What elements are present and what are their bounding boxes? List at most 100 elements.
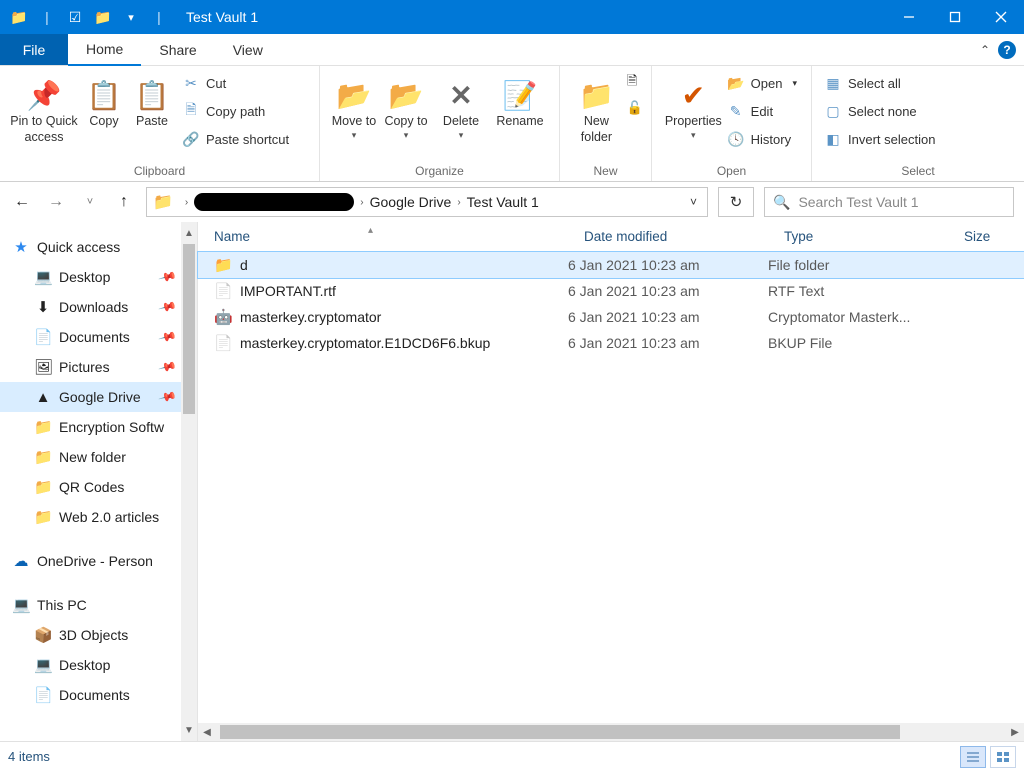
view-details-button[interactable] (960, 746, 986, 768)
file-list[interactable]: d 6 Jan 2021 10:23 am File folderIMPORTA… (198, 252, 1024, 723)
cut-button[interactable]: ✂Cut (182, 72, 295, 94)
open-button[interactable]: 📂Open▾ (727, 72, 803, 94)
copy-icon: 📋 (87, 76, 122, 114)
file-row[interactable]: 🤖masterkey.cryptomator 6 Jan 2021 10:23 … (198, 304, 1024, 330)
nav-recent-dropdown[interactable]: ˅ (78, 196, 102, 208)
file-row[interactable]: d 6 Jan 2021 10:23 am File folder (198, 252, 1024, 278)
sidebar-item-web-2-0-articles[interactable]: 📁Web 2.0 articles (0, 502, 197, 532)
delete-button[interactable]: ✕ Delete (432, 72, 490, 141)
scroll-up-icon[interactable]: ▲ (181, 224, 197, 242)
move-to-button[interactable]: 📂 Move to (328, 72, 380, 141)
folder-icon (214, 256, 232, 274)
tab-share[interactable]: Share (141, 34, 214, 65)
breadcrumb-seg-drive[interactable]: Google Drive (370, 194, 452, 210)
horizontal-scrollbar[interactable]: ◀ ▶ (198, 723, 1024, 741)
new-folder-button[interactable]: 📁 New folder (568, 72, 625, 145)
ribbon-tabs: File Home Share View ⌃ ? (0, 34, 1024, 66)
scissors-icon: ✂ (182, 74, 200, 92)
tree-quick-access[interactable]: ★ Quick access (0, 232, 197, 262)
breadcrumb-sep-icon[interactable]: › (451, 197, 466, 208)
search-placeholder: Search Test Vault 1 (798, 194, 918, 210)
file-row[interactable]: IMPORTANT.rtf 6 Jan 2021 10:23 am RTF Te… (198, 278, 1024, 304)
open-icon: 📂 (727, 74, 745, 92)
tab-file[interactable]: File (0, 34, 68, 65)
sidebar-item-documents[interactable]: 📄Documents📌 (0, 322, 197, 352)
addr-folder-icon: 📁 (153, 192, 173, 212)
edit-button[interactable]: ✎Edit (727, 100, 803, 122)
breadcrumb-redacted (194, 193, 354, 211)
shortcut-icon: 🔗 (182, 130, 200, 148)
column-date[interactable]: Date modified (568, 229, 768, 244)
select-none-button[interactable]: ▢Select none (824, 100, 941, 122)
tree-this-pc[interactable]: 💻 This PC (0, 590, 197, 620)
qat-folder2-icon[interactable]: 📁 (94, 8, 112, 26)
scroll-thumb[interactable] (183, 244, 195, 414)
scroll-left-icon[interactable]: ◀ (198, 727, 216, 738)
breadcrumb-sep-icon[interactable]: › (354, 197, 369, 208)
sidebar-item-desktop[interactable]: 💻Desktop📌 (0, 262, 197, 292)
paste-shortcut-button[interactable]: 🔗Paste shortcut (182, 128, 295, 150)
file-date: 6 Jan 2021 10:23 am (568, 257, 768, 273)
nav-forward-button[interactable]: → (44, 193, 68, 211)
file-type: Cryptomator Masterk... (768, 309, 948, 325)
qat-folder-icon[interactable]: 📁 (10, 8, 28, 26)
tree-onedrive[interactable]: ☁ OneDrive - Person (0, 546, 197, 576)
group-label-clipboard: Clipboard (0, 164, 319, 181)
sidebar-item-qr-codes[interactable]: 📁QR Codes (0, 472, 197, 502)
column-name[interactable]: Name▴ (198, 229, 568, 244)
copy-to-button[interactable]: 📂 Copy to (380, 72, 432, 141)
refresh-button[interactable]: ↻ (718, 187, 754, 217)
nav-up-button[interactable]: ↑ (112, 193, 136, 211)
sidebar-item-pictures[interactable]: 🖼Pictures📌 (0, 352, 197, 382)
rename-button[interactable]: 📝 Rename (490, 72, 550, 130)
sidebar-item-documents[interactable]: 📄Documents (0, 680, 197, 710)
sidebar-item-google-drive[interactable]: ▲Google Drive📌 (0, 382, 197, 412)
scroll-right-icon[interactable]: ▶ (1006, 727, 1024, 738)
sidebar-item-new-folder[interactable]: 📁New folder (0, 442, 197, 472)
pin-to-quick-access-button[interactable]: 📌 Pin to Quick access (8, 72, 80, 145)
help-icon[interactable]: ? (998, 41, 1016, 59)
copy-button[interactable]: 📋 Copy (80, 72, 128, 130)
column-type[interactable]: Type (768, 229, 948, 244)
scroll-down-icon[interactable]: ▼ (181, 721, 197, 739)
invert-selection-button[interactable]: ◧Invert selection (824, 128, 941, 150)
invert-icon: ◧ (824, 130, 842, 148)
minimize-button[interactable] (886, 0, 932, 34)
easy-access-icon[interactable]: 🔓 (627, 100, 643, 116)
new-item-icon[interactable]: 🗎 (627, 72, 643, 94)
addr-history-dropdown[interactable]: ˅ (686, 195, 701, 209)
search-input[interactable]: 🔍 Search Test Vault 1 (764, 187, 1014, 217)
address-bar[interactable]: 📁 › › Google Drive › Test Vault 1 ˅ (146, 187, 708, 217)
breadcrumb-sep-icon[interactable]: › (179, 197, 194, 208)
sidebar-item-encryption-softw[interactable]: 📁Encryption Softw (0, 412, 197, 442)
pin-icon: 📌 (158, 297, 178, 317)
breadcrumb-seg-current[interactable]: Test Vault 1 (467, 194, 539, 210)
history-icon: 🕓 (727, 130, 745, 148)
tab-home[interactable]: Home (68, 34, 141, 66)
properties-button[interactable]: ✔ Properties (660, 72, 727, 141)
sidebar-item-desktop[interactable]: 💻Desktop (0, 650, 197, 680)
column-size[interactable]: Size (948, 229, 1024, 244)
qat-dropdown-icon[interactable]: ▾ (122, 8, 140, 26)
hscroll-thumb[interactable] (220, 725, 900, 739)
sidebar-scrollbar[interactable]: ▲ ▼ (181, 222, 197, 741)
tab-view[interactable]: View (215, 34, 281, 65)
edit-icon: ✎ (727, 102, 745, 120)
file-row[interactable]: masterkey.cryptomator.E1DCD6F6.bkup 6 Ja… (198, 330, 1024, 356)
copy-path-button[interactable]: 🗎Copy path (182, 100, 295, 122)
sidebar-item-downloads[interactable]: ⬇Downloads📌 (0, 292, 197, 322)
close-button[interactable] (978, 0, 1024, 34)
paste-button[interactable]: 📋 Paste (128, 72, 176, 130)
history-button[interactable]: 🕓History (727, 128, 803, 150)
file-name: IMPORTANT.rtf (240, 283, 336, 299)
nav-back-button[interactable]: ← (10, 193, 34, 211)
delete-icon: ✕ (449, 76, 472, 114)
file-list-pane: Name▴ Date modified Type Size d 6 Jan 20… (198, 222, 1024, 741)
file-type: RTF Text (768, 283, 948, 299)
view-thumbnails-button[interactable] (990, 746, 1016, 768)
sidebar-item-3d-objects[interactable]: 📦3D Objects (0, 620, 197, 650)
ribbon-collapse-icon[interactable]: ⌃ (980, 43, 990, 57)
qat-properties-icon[interactable]: ☑ (66, 8, 84, 26)
select-all-button[interactable]: ▦Select all (824, 72, 941, 94)
maximize-button[interactable] (932, 0, 978, 34)
